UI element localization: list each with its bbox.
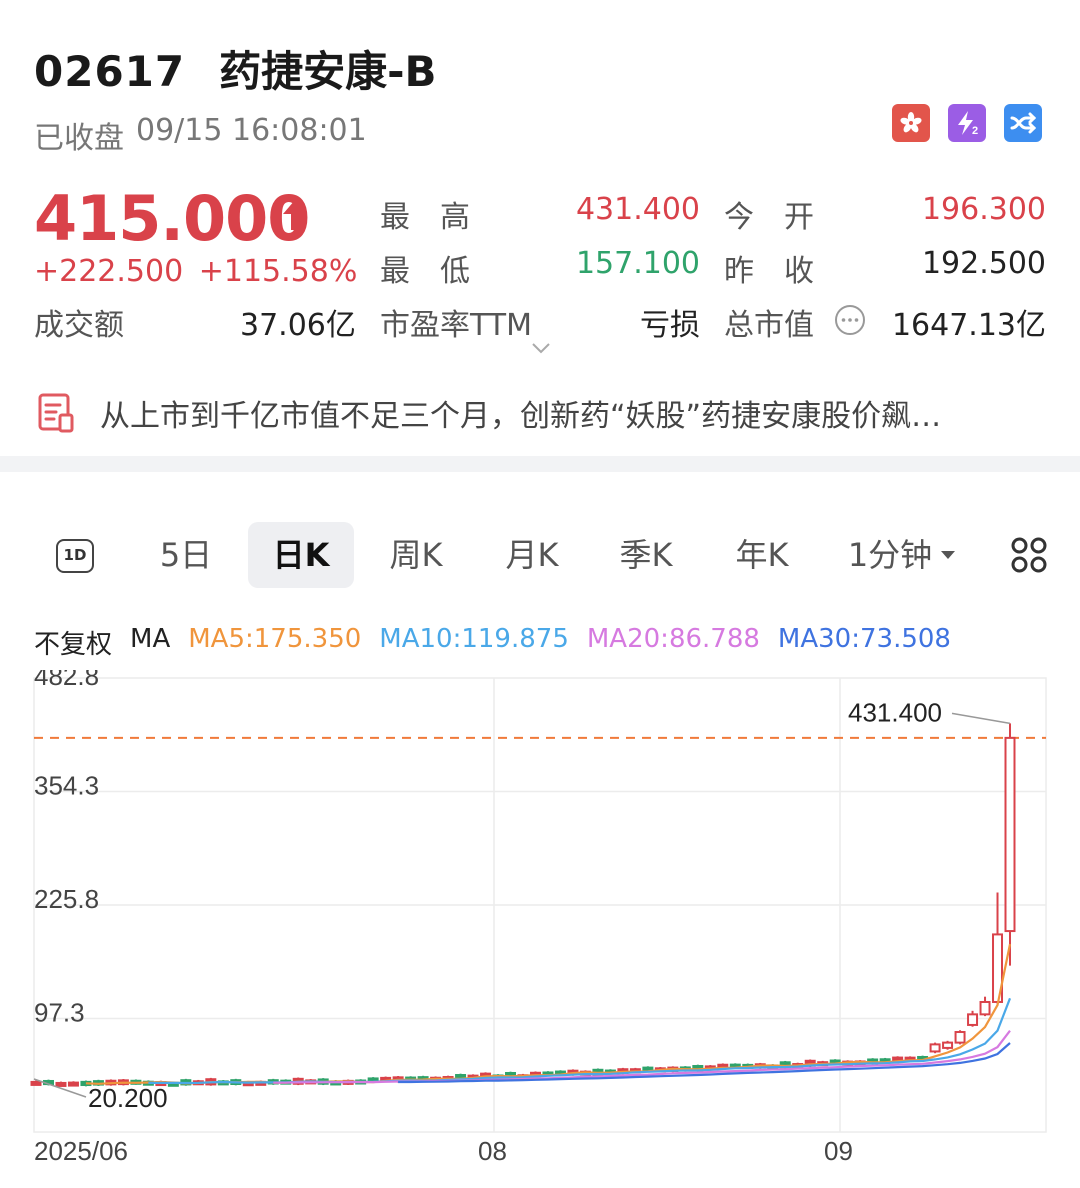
candle-body [30,1080,42,1086]
quote-panel: 415.000 +222.500 +115.58% 成交额 37.06亿 最 高… [34,182,1046,343]
tab-1d[interactable]: 1D [56,539,94,573]
kline-chart[interactable]: 482.8 354.3 225.8 97.3 2025/06 08 09 431.400 20.… [0,670,1080,1188]
shuffle-icon[interactable] [1004,104,1042,142]
low-value: 157.100 [575,246,700,281]
ma10-value: MA10:119.875 [379,624,569,654]
low-label: 最 低 [380,254,470,289]
x-tick-label: 2025/06 [34,1136,128,1166]
ma20-value: MA20:86.788 [586,624,760,654]
hk-flag-icon[interactable] [892,104,930,142]
mktcap-label: 总市值 [724,308,814,343]
ma5-value: MA5:175.350 [188,624,362,654]
candle-body [942,1041,954,1049]
change-amount: +222.500 [34,254,184,289]
y-tick-label: 97.3 [34,998,85,1028]
last-price: 415.000 [34,182,310,255]
tab-quarter-k[interactable]: 季K [604,522,688,588]
chevron-down-icon[interactable] [530,340,552,356]
more-icon[interactable] [834,304,866,336]
price-change: +222.500 +115.58% [34,254,357,289]
y-tick-label: 354.3 [34,771,99,801]
candle-body [67,1081,79,1087]
turnover-label: 成交额 [34,308,124,343]
news-headline: 从上市到千亿市值不足三个月，创新药“妖股”药捷安康股价飙… [100,399,942,434]
stock-code: 02617 [34,47,186,96]
market-status: 已收盘 [34,121,124,156]
grid-icon[interactable] [1010,536,1048,574]
candle-body [967,1013,979,1026]
section-divider [0,456,1080,472]
ma-label[interactable]: MA [130,624,170,661]
high-label: 最 高 [380,200,470,235]
candle-body [954,1031,966,1044]
tab-week-k[interactable]: 周K [374,522,458,588]
ma10-line [148,997,1012,1085]
document-icon [38,393,74,433]
open-value: 196.300 [921,192,1046,227]
status-datetime: 09/15 16:08:01 [136,113,367,148]
pe-value: 亏损 [640,308,700,343]
y-tick-label: 482.8 [34,670,99,691]
change-percent: +115.58% [198,254,358,289]
pe-label: 市盈率TTM [380,308,533,343]
tab-5d[interactable]: 5日 [144,522,228,588]
prev-close-label: 昨 收 [724,254,814,289]
svg-text:2: 2 [972,125,978,137]
period-tabs: 1D 5日 日K 周K 月K 季K 年K 1分钟 [34,522,1050,588]
open-label: 今 开 [724,200,814,235]
ma-legend: 不复权 MA MA5:175.350 MA10:119.875 MA20:86.… [34,624,951,661]
tab-1min[interactable]: 1分钟 [842,522,938,588]
mktcap-value: 1647.13亿 [891,308,1046,343]
news-banner[interactable]: 从上市到千亿市值不足三个月，创新药“妖股”药捷安康股价飙… [34,388,1046,438]
x-tick-label: 09 [824,1136,853,1166]
candle-body [55,1081,67,1087]
prev-close-value: 192.500 [921,246,1046,281]
adjust-mode[interactable]: 不复权 [34,624,112,661]
high-value: 431.400 [575,192,700,227]
lightning-2-icon[interactable]: 2 [948,104,986,142]
tab-year-k[interactable]: 年K [720,522,804,588]
turnover-value: 37.06亿 [240,308,356,343]
max-price-label: 431.400 [848,697,942,727]
min-price-label: 20.200 [88,1083,168,1113]
max-leader-line [951,712,1011,725]
candle-body [929,1043,941,1053]
caret-down-icon[interactable] [940,550,956,560]
x-tick-label: 08 [478,1136,507,1166]
up-arrow-icon [283,200,307,230]
badge-group: 2 [892,104,1042,142]
ma30-value: MA30:73.508 [777,624,951,654]
stock-name: 药捷安康-B [219,47,437,96]
tab-day-k[interactable]: 日K [248,522,354,588]
candle-body [1004,736,1016,933]
y-tick-label: 225.8 [34,884,99,914]
candle-body [979,1000,991,1016]
tab-month-k[interactable]: 月K [490,522,574,588]
